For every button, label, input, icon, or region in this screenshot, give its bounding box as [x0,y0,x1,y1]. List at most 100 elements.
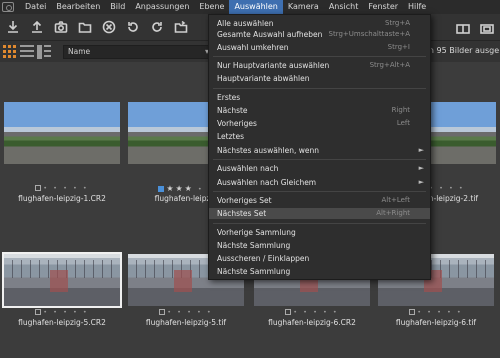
submenu-arrow-icon: ► [418,178,424,186]
menu-item-label: Auswählen nach [217,164,279,173]
menu-ebene[interactable]: Ebene [194,0,229,14]
menu-item-auswahl-umkehren[interactable]: Auswahl umkehren Strg+I [209,42,430,53]
thumbnail-filename: flughafen-leipzig-5.tif [145,318,227,327]
menu-item-label: Ausscheren / Einklappen [217,254,310,263]
app-camera-icon[interactable] [2,2,14,12]
menu-item-auswahl-aufheben[interactable]: Gesamte Auswahl aufheben Strg+Umschalttas… [209,29,430,40]
menu-item-label: Letztes [217,132,245,141]
menu-item-auswaehlen-nach[interactable]: Auswählen nach ► [209,163,430,174]
rating-row: • • • • • [0,184,124,192]
menu-fenster[interactable]: Fenster [363,0,403,14]
thumbnail-cell[interactable]: • • • • • flughafen-leipzig-1.CR2 [0,62,124,203]
menu-item-label: Erstes [217,93,241,102]
menu-item-naechstes-auswaehlen-wenn[interactable]: Nächstes auswählen, wenn ► [209,145,430,156]
thumbnail-filename: flughafen-leipzig-6.tif [395,318,477,327]
menu-anpassungen[interactable]: Anpassungen [130,0,194,14]
thumbnail-filename: flughafen-leipzig-5.CR2 [18,318,106,327]
auswaehlen-dropdown-menu: Alle auswählen Strg+A Gesamte Auswahl auf… [208,14,431,280]
list-view-icon[interactable] [20,44,34,59]
shortcut-label: Left [396,119,410,127]
menu-item-auswaehlen-nach-gleichem[interactable]: Auswählen nach Gleichem ► [209,177,430,188]
menu-item-label: Hauptvariante abwählen [217,74,310,83]
star-icon[interactable]: ★ [185,184,194,193]
menu-item-label: Alle auswählen [217,19,274,28]
menu-item-naechste-sammlung-2[interactable]: Nächste Sammlung [209,266,430,277]
menu-datei[interactable]: Datei [20,0,51,14]
color-tag-box[interactable] [285,309,292,315]
submenu-arrow-icon: ► [418,164,424,172]
rating-row: • • • • • [250,308,374,316]
menu-item-label: Auswahl umkehren [217,43,289,52]
submenu-arrow-icon: ► [418,146,424,154]
menu-item-label: Auswählen nach Gleichem [217,178,317,187]
reject-icon[interactable] [98,16,120,38]
menu-item-letztes[interactable]: Letztes [209,131,430,142]
rotate-right-icon[interactable] [146,16,168,38]
export-icon[interactable] [26,16,48,38]
menu-item-erstes[interactable]: Erstes [209,92,430,103]
menu-item-label: Nächstes auswählen, wenn [217,146,320,155]
menu-hilfe[interactable]: Hilfe [403,0,431,14]
menu-item-label: Gesamte Auswahl aufheben [217,30,323,39]
menubar: Datei Bearbeiten Bild Anpassungen Ebene … [0,0,500,14]
menu-item-vorheriges[interactable]: Vorheriges Left [209,118,430,129]
menu-item-label: Vorherige Sammlung [217,228,296,237]
camera-icon[interactable] [50,16,72,38]
menu-item-label: Nächstes Set [217,209,267,218]
compare-icon[interactable] [454,18,472,40]
shortcut-label: Strg+I [387,43,410,51]
menu-item-ausscheren-einklappen[interactable]: Ausscheren / Einklappen [209,253,430,264]
sort-select[interactable]: Name [63,44,213,59]
menu-item-label: Vorheriges Set [217,196,272,205]
fullscreen-icon[interactable] [478,18,496,40]
image-count-label: on 95 Bilder ausge [424,46,500,55]
menu-ansicht[interactable]: Ansicht [324,0,364,14]
menu-item-label: Nur Hauptvariante auswählen [217,61,330,70]
rating-row: • • • • • [0,308,124,316]
menu-auswaehlen[interactable]: Auswählen [229,0,283,14]
menu-item-alle-auswaehlen[interactable]: Alle auswählen Strg+A [209,18,430,29]
thumbnail-filename: flughafen-leipzig-1.CR2 [18,194,106,203]
shortcut-label: Strg+A [384,19,410,27]
rating-row: • • • • • [374,308,498,316]
menu-item-naechstes-set[interactable]: Nächstes Set Alt+Right [209,208,430,219]
menu-item-naechste-sammlung[interactable]: Nächste Sammlung [209,240,430,251]
menu-separator [213,88,426,89]
color-tag-box[interactable] [35,309,42,315]
rating-row: • • • • • [124,308,248,316]
grid-view-icon[interactable] [3,44,17,59]
thumbnail-image[interactable] [2,252,122,308]
color-tag-box[interactable] [35,185,42,191]
menu-bild[interactable]: Bild [105,0,130,14]
thumbnail-cell[interactable]: • • • • • flughafen-leipzig-5.CR2 [0,252,124,354]
menu-separator [213,56,426,57]
import-icon[interactable] [2,16,24,38]
shortcut-label: Right [391,106,410,114]
menu-separator [213,191,426,192]
menu-kamera[interactable]: Kamera [283,0,324,14]
menu-item-label: Vorheriges [217,119,257,128]
move-to-folder-icon[interactable] [170,16,192,38]
menu-item-vorheriges-set[interactable]: Vorheriges Set Alt+Left [209,195,430,206]
menu-separator [213,159,426,160]
rotate-left-icon[interactable] [122,16,144,38]
menu-item-nur-hauptvariante[interactable]: Nur Hauptvariante auswählen Strg+Alt+A [209,60,430,71]
color-tag-box[interactable] [159,309,166,315]
menu-item-vorherige-sammlung[interactable]: Vorherige Sammlung [209,227,430,238]
thumbnail-image[interactable] [4,102,120,164]
detail-view-icon[interactable] [37,44,51,59]
menu-item-naechste[interactable]: Nächste Right [209,105,430,116]
color-tag-box[interactable] [158,186,165,192]
menu-separator [213,223,426,224]
menu-item-label: Nächste [217,106,248,115]
star-icon[interactable]: ★ [166,184,175,193]
menu-item-hauptvariante-abwaehlen[interactable]: Hauptvariante abwählen [209,73,430,84]
shortcut-label: Alt+Right [376,209,410,217]
shortcut-label: Strg+Alt+A [369,61,410,69]
thumbnail-filename: flughafen-leipzig-6.CR2 [268,318,356,327]
menu-bearbeiten[interactable]: Bearbeiten [51,0,105,14]
star-icon[interactable]: ★ [176,184,185,193]
folder-icon[interactable] [74,16,96,38]
menu-item-label: Nächste Sammlung [217,267,291,276]
color-tag-box[interactable] [409,309,416,315]
